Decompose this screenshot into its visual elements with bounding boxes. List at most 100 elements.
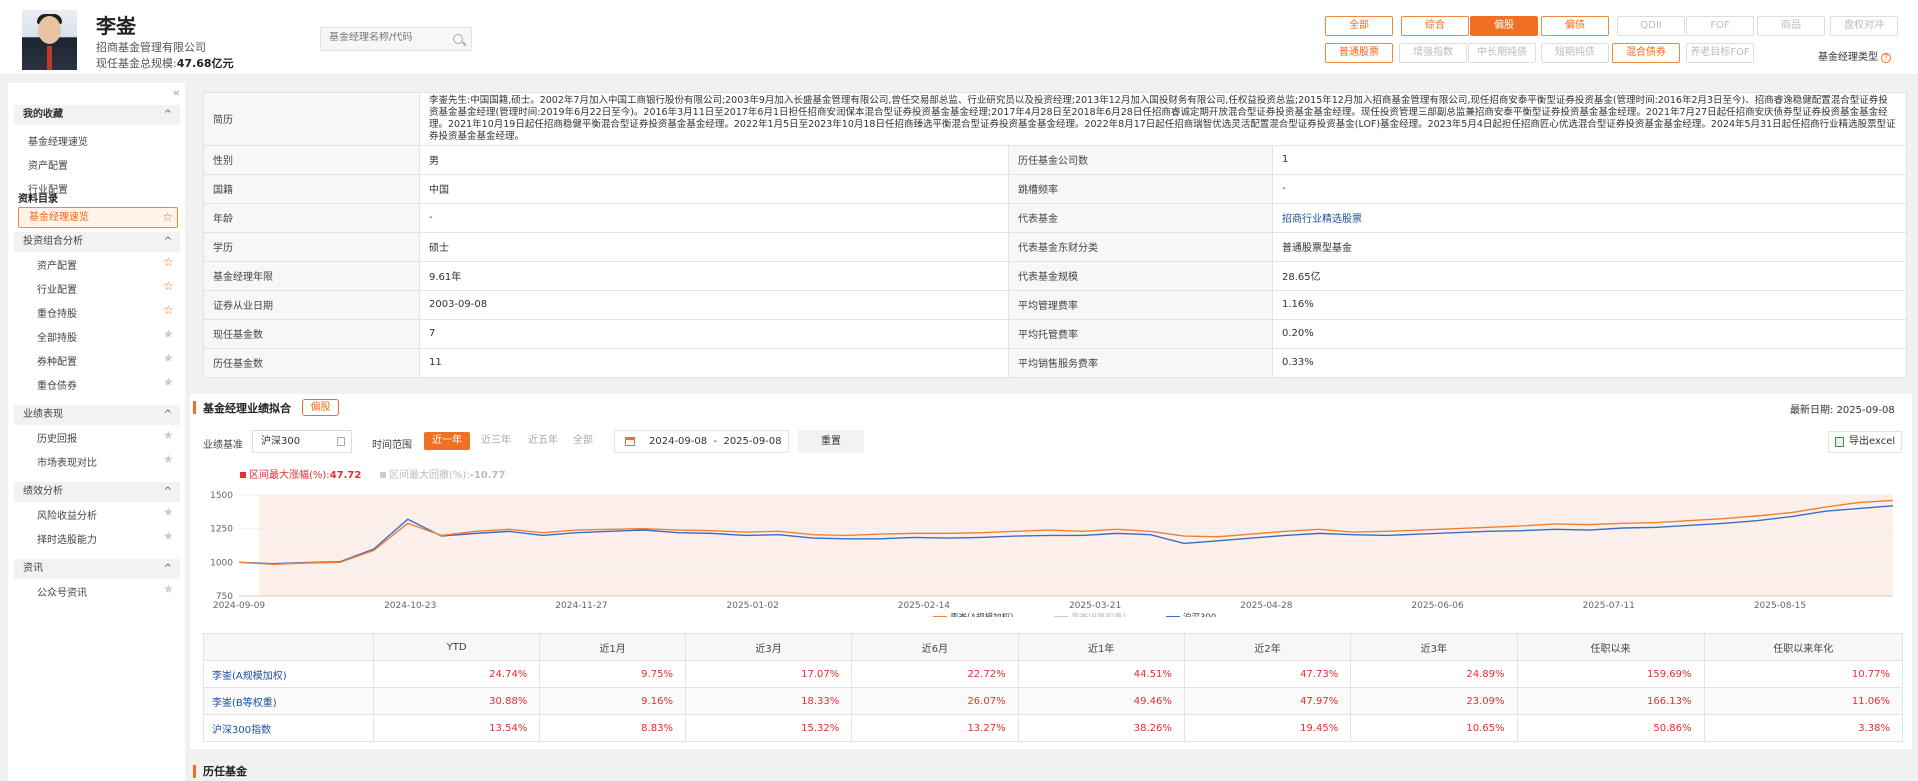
type-button[interactable]: 普通股票 — [1325, 43, 1393, 63]
type-button[interactable]: 全部 — [1325, 16, 1393, 36]
manager-header: 李崟 招商基金管理有限公司 现任基金总规模:47.68亿元 全部综合偏股偏债 QD… — [0, 0, 1918, 75]
return-cell: 9.75% — [539, 660, 686, 688]
range-option[interactable]: 近三年 — [476, 432, 516, 450]
sidebar: « 我的收藏^ 基金经理速览资产配置行业配置重仓持股 资料目录 基金经理速览☆ … — [8, 83, 185, 781]
row-name[interactable]: 李崟(B等权重) — [203, 687, 374, 715]
collapse-icon[interactable]: « — [173, 86, 180, 99]
favorites-header[interactable]: 我的收藏 ^ — [14, 105, 180, 125]
sidebar-item[interactable]: 公众号资讯 — [37, 584, 87, 599]
sidebar-item[interactable]: 历史回报 — [37, 430, 77, 445]
aum-label: 现任基金总规模: — [96, 57, 177, 70]
chevron-up-icon[interactable]: ^ — [164, 482, 172, 502]
question-icon[interactable]: ? — [1881, 53, 1891, 63]
sidebar-group-header[interactable]: 投资组合分析 ^ — [14, 232, 180, 252]
table-row: 李崟(A规模加权) 24.74% 9.75% 17.07% 22.72% 44.51% 47… — [203, 660, 1904, 688]
x-tick-label: 2025-06-06 — [1411, 601, 1464, 611]
return-cell: 24.89% — [1350, 660, 1518, 688]
reset-button[interactable]: 重置 — [798, 430, 864, 453]
table-row: 李崟(B等权重) 30.88% 9.16% 18.33% 26.07% 49.46% 47.… — [203, 687, 1904, 715]
aum-value: 47.68亿元 — [176, 57, 234, 70]
type-button[interactable]: FOF — [1686, 16, 1754, 36]
star-icon[interactable]: ★ — [163, 351, 174, 365]
style-badge: 偏股 — [302, 399, 339, 416]
return-cell: 50.86% — [1516, 714, 1705, 742]
legend-item: 李崟(B等权重) — [1071, 612, 1126, 617]
sidebar-item[interactable]: 券种配置 — [37, 353, 77, 368]
avatar — [22, 10, 77, 70]
sidebar-group-header[interactable]: 资讯 ^ — [14, 559, 180, 579]
type-button[interactable]: 中长期纯债 — [1468, 43, 1536, 63]
star-icon[interactable]: ☆ — [162, 208, 173, 227]
return-cell: 3.38% — [1703, 714, 1904, 742]
chevron-up-icon[interactable]: ^ — [164, 405, 172, 425]
row-name[interactable]: 沪深300指数 — [203, 714, 374, 742]
type-button[interactable]: 商品 — [1757, 16, 1825, 36]
profile-cell: 普通股票型基金 — [1272, 231, 1907, 262]
sidebar-item[interactable]: 行业配置 — [37, 281, 77, 296]
sidebar-item[interactable]: 风险收益分析 — [37, 507, 97, 522]
type-button[interactable]: 综合 — [1401, 16, 1469, 36]
return-cell: 26.07% — [851, 687, 1019, 715]
manager-search[interactable] — [320, 27, 472, 51]
profile-cell: 硕士 — [419, 231, 1009, 262]
chevron-up-icon[interactable]: ^ — [164, 232, 172, 252]
chevron-up-icon[interactable]: ^ — [164, 105, 172, 125]
sidebar-group-header[interactable]: 绩效分析 ^ — [14, 482, 180, 502]
type-button[interactable]: 盘权对冲 — [1830, 16, 1898, 36]
star-icon[interactable]: ★ — [163, 505, 174, 519]
date-range-picker[interactable]: 2024-09-08 - 2025-09-08 — [614, 430, 789, 453]
profile-cell: - — [419, 202, 1009, 233]
manager-type-label: 基金经理类型? — [1818, 48, 1891, 63]
return-cell: 13.27% — [851, 714, 1019, 742]
star-icon[interactable]: ★ — [163, 582, 174, 596]
edit-icon[interactable] — [337, 437, 345, 446]
search-icon[interactable] — [453, 34, 463, 44]
star-icon[interactable]: ☆ — [163, 303, 174, 317]
type-button[interactable]: 养老目标FOF — [1686, 43, 1754, 63]
sidebar-item[interactable]: 重仓持股 — [37, 305, 77, 320]
star-icon[interactable]: ★ — [163, 375, 174, 389]
type-button[interactable]: 混合债券 — [1612, 43, 1680, 63]
sidebar-item[interactable]: 资产配置 — [37, 257, 77, 272]
return-cell: 24.74% — [372, 660, 541, 688]
range-option[interactable]: 近一年 — [424, 432, 470, 450]
return-cell: 47.73% — [1183, 660, 1352, 688]
profile-cell: 7 — [419, 318, 1009, 349]
benchmark-select[interactable]: 沪深300 — [252, 430, 352, 453]
type-button[interactable]: 偏股 — [1470, 16, 1538, 36]
row-name[interactable]: 李崟(A规模加权) — [203, 660, 374, 688]
x-tick-label: 2025-01-02 — [727, 601, 779, 611]
calendar-icon — [625, 437, 635, 446]
table-header: 近1月 — [539, 633, 686, 661]
star-icon[interactable]: ★ — [163, 452, 174, 466]
type-button[interactable]: 增强指数 — [1399, 43, 1467, 63]
range-option[interactable]: 全部 — [568, 432, 598, 450]
profile-cell: 11 — [419, 347, 1009, 379]
star-icon[interactable]: ★ — [163, 327, 174, 341]
search-input[interactable] — [329, 32, 447, 43]
type-button[interactable]: QDII — [1617, 16, 1685, 36]
chevron-up-icon[interactable]: ^ — [164, 559, 172, 579]
sidebar-item-active[interactable]: 基金经理速览 ☆ — [18, 207, 178, 228]
sidebar-item[interactable]: 重仓债券 — [37, 377, 77, 392]
star-icon[interactable]: ★ — [163, 529, 174, 543]
type-button[interactable]: 偏债 — [1541, 16, 1609, 36]
legend-max-gain[interactable]: 区间最大涨幅(%):47.72 — [240, 466, 361, 481]
sidebar-favorite-item[interactable]: 资产配置 — [28, 157, 68, 172]
sidebar-item[interactable]: 全部持股 — [37, 329, 77, 344]
sidebar-item[interactable]: 择时选股能力 — [37, 531, 97, 546]
export-excel-button[interactable]: 导出excel — [1828, 431, 1902, 453]
legend-max-drawdown[interactable]: 区间最大回撤(%):-10.77 — [380, 466, 505, 481]
star-icon[interactable]: ★ — [163, 428, 174, 442]
sidebar-item[interactable]: 市场表现对比 — [37, 454, 97, 469]
star-icon[interactable]: ☆ — [163, 255, 174, 269]
range-option[interactable]: 近五年 — [523, 432, 563, 450]
profile-cell: 9.61年 — [419, 260, 1009, 291]
type-button[interactable]: 短期纯债 — [1541, 43, 1609, 63]
sidebar-group-header[interactable]: 业绩表现 ^ — [14, 405, 180, 425]
profile-cell: 代表基金规模 — [1008, 260, 1273, 291]
profile-cell[interactable]: 招商行业精选股票 — [1272, 202, 1907, 233]
sidebar-favorite-item[interactable]: 基金经理速览 — [28, 133, 88, 148]
x-tick-label: 2025-03-21 — [1069, 601, 1121, 611]
star-icon[interactable]: ☆ — [163, 279, 174, 293]
